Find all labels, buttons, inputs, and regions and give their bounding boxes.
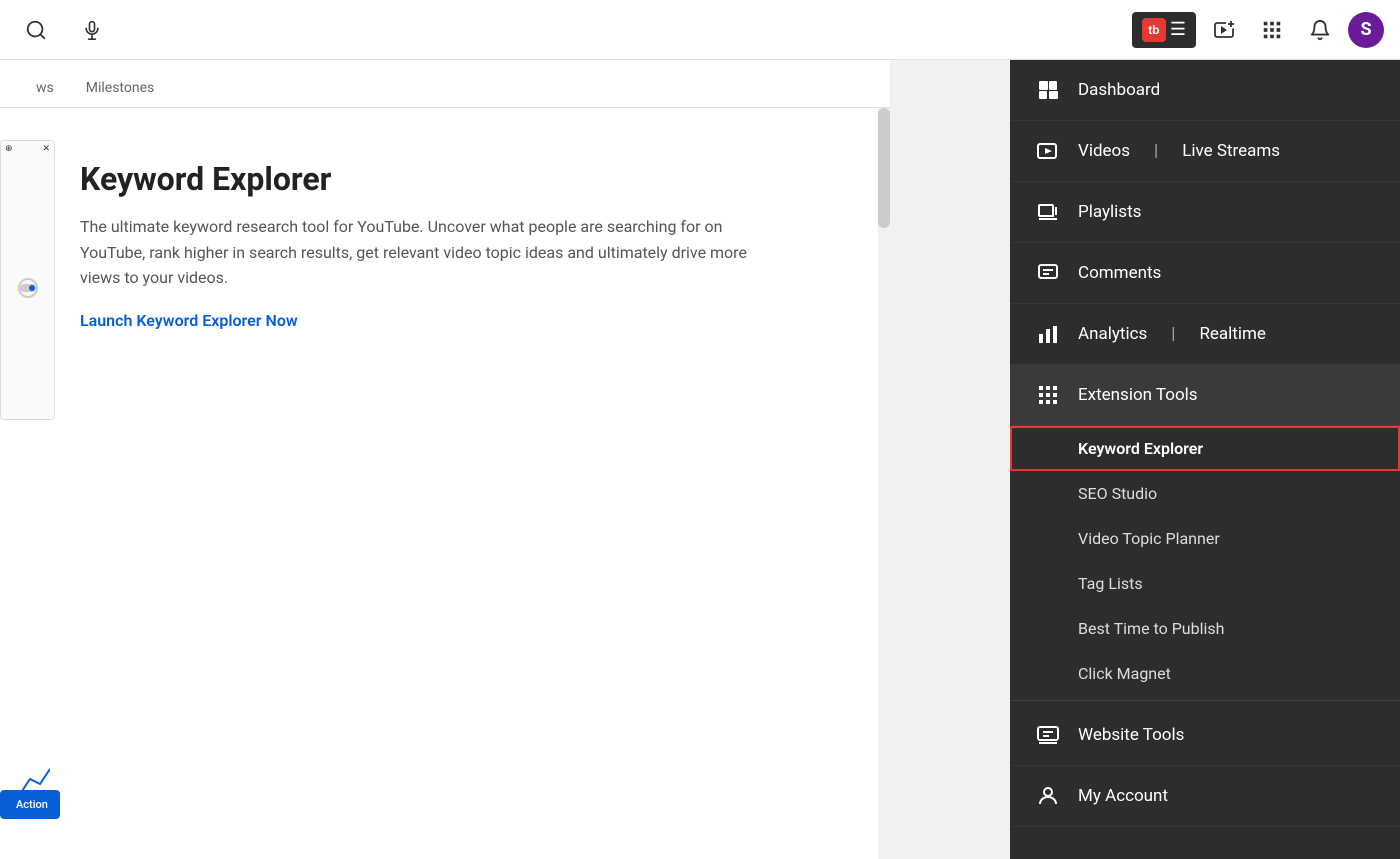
tab-ws[interactable]: ws	[20, 72, 70, 107]
videos-label: Videos	[1078, 141, 1130, 161]
comments-icon	[1034, 259, 1062, 287]
analytics-pipe: |	[1171, 324, 1175, 344]
extension-tools-label: Extension Tools	[1078, 385, 1198, 405]
menu-item-my-account[interactable]: My Account	[1010, 766, 1400, 827]
grid-icon	[1261, 19, 1283, 41]
small-widget: ⊕ ✕	[0, 140, 55, 420]
website-tools-label: Website Tools	[1078, 725, 1184, 745]
live-streams-label: Live Streams	[1182, 141, 1280, 161]
my-account-label: My Account	[1078, 786, 1168, 806]
search-icon	[25, 19, 47, 41]
analytics-icon	[1034, 320, 1062, 348]
menu-item-extension-tools[interactable]: Extension Tools	[1010, 365, 1400, 426]
scrollbar-thumb[interactable]	[878, 108, 890, 228]
tab-milestones[interactable]: Milestones	[70, 72, 171, 107]
widget-toggle-inner[interactable]	[18, 278, 38, 298]
widget-close-icon[interactable]: ✕	[42, 144, 50, 154]
search-button[interactable]	[16, 10, 56, 50]
apps-button[interactable]	[1252, 10, 1292, 50]
avatar[interactable]: S	[1348, 12, 1384, 48]
kw-launch-link[interactable]: Launch Keyword Explorer Now	[80, 311, 298, 330]
sub-menu-item-video-topic-planner[interactable]: Video Topic Planner	[1010, 516, 1400, 561]
menu-item-dashboard[interactable]: Dashboard	[1010, 60, 1400, 121]
extension-icon	[1034, 381, 1062, 409]
sub-menu-item-keyword-explorer[interactable]: Keyword Explorer	[1010, 426, 1400, 471]
video-topic-planner-label: Video Topic Planner	[1078, 529, 1220, 548]
playlist-icon	[1034, 198, 1062, 226]
kw-description: The ultimate keyword research tool for Y…	[80, 214, 780, 291]
tubbuddy-logo: tb	[1142, 18, 1166, 42]
topbar-right: tb ☰	[1132, 10, 1384, 50]
playlists-label: Playlists	[1078, 202, 1141, 222]
topbar: tb ☰	[0, 0, 1400, 60]
videos-pipe: |	[1154, 141, 1158, 161]
tubbuddy-button[interactable]: tb ☰	[1132, 12, 1196, 48]
keyword-explorer-content: Keyword Explorer The ultimate keyword re…	[80, 160, 850, 330]
kw-title: Keyword Explorer	[80, 160, 850, 198]
menu-item-website-tools[interactable]: Website Tools	[1010, 705, 1400, 766]
menu-item-videos[interactable]: Videos | Live Streams	[1010, 121, 1400, 182]
widget-body	[1, 157, 54, 419]
my-account-icon	[1034, 782, 1062, 810]
main-content: ws Milestones ⊕ ✕ Action Keyword Explore…	[0, 60, 1400, 859]
create-button[interactable]	[1204, 10, 1244, 50]
best-time-to-publish-label: Best Time to Publish	[1078, 619, 1224, 638]
action-button[interactable]: Action	[0, 790, 60, 819]
comments-label: Comments	[1078, 263, 1161, 283]
sub-menu-item-seo-studio[interactable]: SEO Studio	[1010, 471, 1400, 516]
website-tools-icon	[1034, 721, 1062, 749]
dashboard-icon	[1034, 76, 1062, 104]
sub-menu-item-click-magnet[interactable]: Click Magnet	[1010, 651, 1400, 696]
mic-button[interactable]	[72, 10, 112, 50]
topbar-left	[16, 10, 112, 50]
tabs-bar: ws Milestones	[0, 60, 890, 108]
menu-item-analytics[interactable]: Analytics | Realtime	[1010, 304, 1400, 365]
create-icon	[1212, 18, 1236, 42]
scrollbar-track	[878, 108, 890, 859]
bell-icon	[1309, 19, 1331, 41]
notifications-button[interactable]	[1300, 10, 1340, 50]
menu-item-comments[interactable]: Comments	[1010, 243, 1400, 304]
page-area: ws Milestones ⊕ ✕ Action Keyword Explore…	[0, 60, 890, 859]
tag-lists-label: Tag Lists	[1078, 574, 1143, 593]
menu-item-playlists[interactable]: Playlists	[1010, 182, 1400, 243]
mic-icon	[82, 20, 102, 40]
widget-circle-icon: ⊕	[5, 144, 13, 154]
video-icon	[1034, 137, 1062, 165]
realtime-label: Realtime	[1199, 324, 1266, 344]
hamburger-icon: ☰	[1170, 19, 1186, 40]
dashboard-label: Dashboard	[1078, 80, 1160, 100]
dropdown-menu: Dashboard Videos | Live Streams	[1010, 60, 1400, 859]
widget-header: ⊕ ✕	[1, 141, 54, 157]
sub-menu-item-tag-lists[interactable]: Tag Lists	[1010, 561, 1400, 606]
analytics-label: Analytics	[1078, 324, 1147, 344]
widget-toggle[interactable]	[20, 284, 36, 292]
keyword-explorer-label: Keyword Explorer	[1078, 439, 1203, 458]
menu-separator-1	[1010, 700, 1400, 701]
sub-menu-item-best-time-to-publish[interactable]: Best Time to Publish	[1010, 606, 1400, 651]
seo-studio-label: SEO Studio	[1078, 484, 1157, 503]
click-magnet-label: Click Magnet	[1078, 664, 1171, 683]
